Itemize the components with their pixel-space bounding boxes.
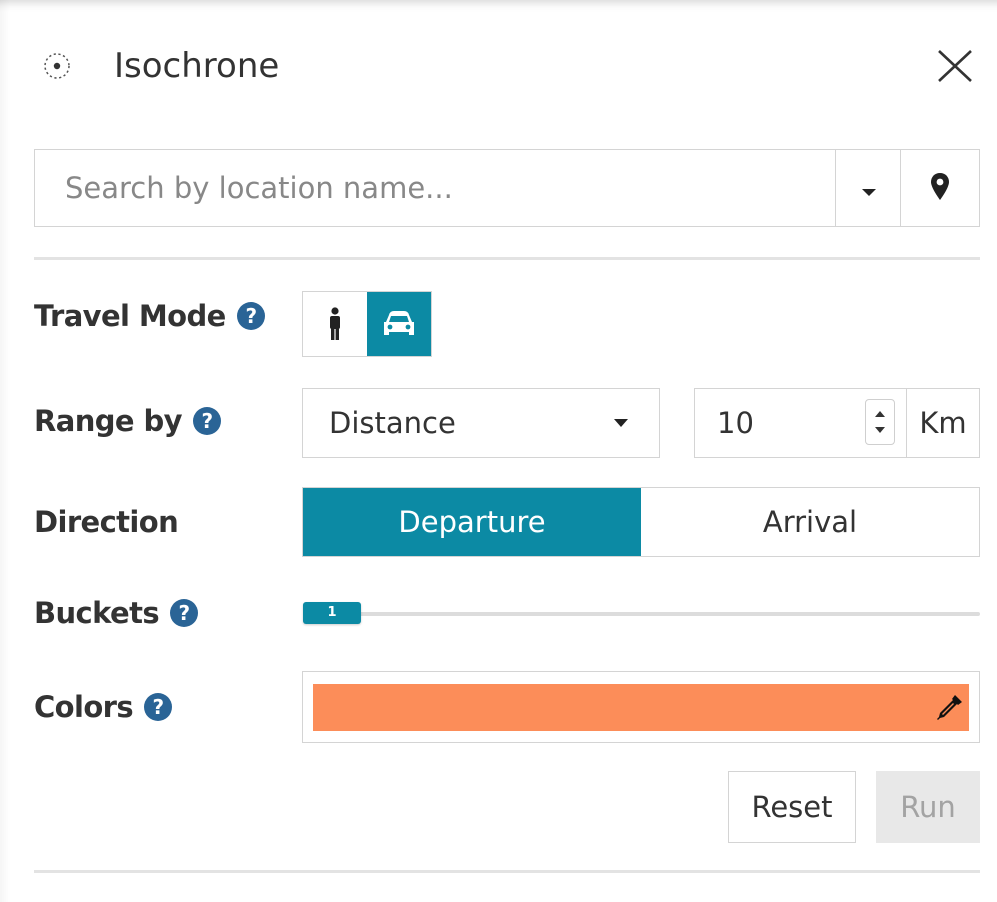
caret-down-icon	[862, 189, 876, 196]
close-icon[interactable]	[933, 46, 977, 86]
pick-location-button[interactable]	[900, 150, 980, 226]
divider-top	[34, 257, 980, 260]
help-icon[interactable]: ?	[143, 692, 173, 722]
range-value-input[interactable]	[695, 389, 855, 457]
buckets-slider-handle[interactable]: 1	[303, 602, 361, 624]
isochrone-icon	[44, 53, 70, 79]
range-by-value: Distance	[329, 406, 456, 440]
help-icon[interactable]: ?	[236, 301, 266, 331]
drive-mode-button[interactable]	[367, 292, 431, 356]
travel-mode-row: Travel Mode ?	[34, 296, 266, 336]
stepper-arrows-icon	[875, 411, 885, 433]
svg-text:?: ?	[153, 695, 164, 719]
svg-text:?: ?	[245, 304, 256, 328]
range-by-row: Range by ?	[34, 401, 222, 441]
departure-button[interactable]: Departure	[303, 488, 641, 556]
buckets-slider-track[interactable]	[308, 612, 980, 616]
reset-button[interactable]: Reset	[728, 771, 856, 843]
range-value-field	[694, 388, 907, 458]
direction-label: Direction	[34, 505, 179, 539]
color-ramp-picker[interactable]	[302, 671, 980, 743]
caret-down-icon	[614, 419, 628, 427]
buckets-label: Buckets	[34, 596, 160, 630]
range-by-select[interactable]: Distance	[302, 388, 660, 458]
car-icon	[384, 311, 414, 335]
eyedropper-icon[interactable]	[933, 692, 965, 724]
svg-text:?: ?	[201, 409, 212, 433]
buckets-row: Buckets ?	[34, 593, 199, 633]
location-search	[34, 149, 980, 227]
svg-text:?: ?	[179, 601, 190, 625]
arrival-button[interactable]: Arrival	[641, 488, 979, 556]
direction-row: Direction	[34, 502, 179, 542]
direction-toggle: Departure Arrival	[302, 487, 980, 557]
isochrone-panel: Isochrone Travel Mode ?	[0, 0, 997, 902]
help-icon[interactable]: ?	[169, 598, 199, 628]
panel-title: Isochrone	[114, 46, 280, 86]
search-input[interactable]	[35, 150, 835, 226]
divider-bottom	[34, 870, 980, 873]
range-by-label: Range by	[34, 404, 183, 438]
search-dropdown-button[interactable]	[835, 150, 900, 226]
panel-shadow	[0, 0, 10, 902]
range-unit: Km	[907, 388, 980, 458]
person-icon	[330, 307, 340, 340]
range-value-stepper[interactable]	[865, 399, 895, 445]
travel-mode-toggle	[302, 291, 432, 357]
walk-mode-button[interactable]	[303, 292, 367, 356]
colors-row: Colors ?	[34, 687, 173, 727]
travel-mode-label: Travel Mode	[34, 299, 226, 333]
colors-label: Colors	[34, 690, 134, 724]
map-pin-icon	[931, 173, 949, 200]
color-swatch	[313, 684, 969, 731]
help-icon[interactable]: ?	[192, 406, 222, 436]
run-button[interactable]: Run	[876, 771, 980, 843]
